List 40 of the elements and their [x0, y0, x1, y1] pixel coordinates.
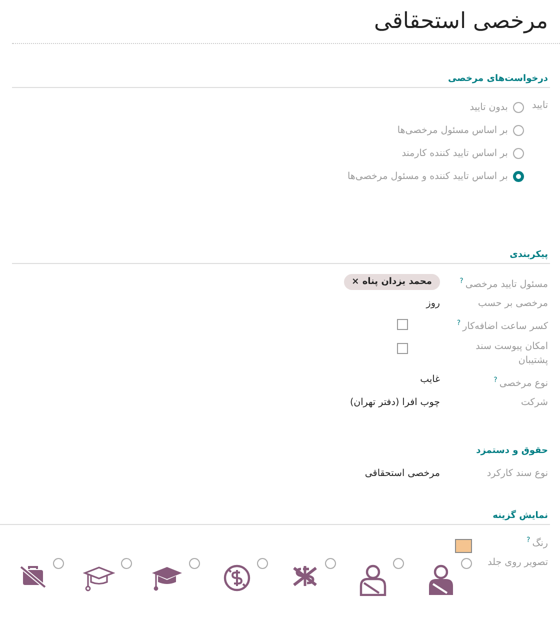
field-value: غایب	[420, 372, 440, 387]
radio-button[interactable]	[121, 558, 132, 569]
no-dollar-icon	[223, 564, 251, 592]
crossed-dollar-icon	[291, 564, 319, 588]
no-briefcase-icon	[19, 564, 47, 588]
graduation-cap-icon	[83, 564, 115, 592]
person-sling-icon	[427, 564, 455, 596]
section-heading: پیکربندی	[12, 250, 550, 264]
radio-button[interactable]	[393, 558, 404, 569]
checkbox[interactable]	[397, 342, 408, 354]
field-label: شرکت	[520, 396, 548, 410]
section-heading: درخواست‌های مرخصی	[12, 74, 550, 88]
field-label: تصویر روی جلد	[488, 556, 548, 570]
field-label: امکان پیوست سند پشتیبان	[474, 340, 548, 368]
checkbox[interactable]	[397, 318, 408, 330]
user-tag[interactable]: محمد یزدان پناه ×	[344, 274, 440, 290]
field-label: رنگ $^{?}$	[526, 534, 548, 552]
radio-button[interactable]	[325, 558, 336, 569]
radio-button[interactable]	[189, 558, 200, 569]
field-value: چوب افرا (دفتر تهران)	[350, 396, 440, 410]
field-label: تایید	[532, 98, 548, 113]
section-heading: نمایش گزینه	[0, 510, 550, 525]
radio-option[interactable]: بدون تایید	[470, 96, 524, 119]
radio-option[interactable]: بر اساس تایید کننده کارمند	[402, 142, 524, 165]
field-label: مسئول تایید مرخصی $^{?}$	[460, 276, 548, 292]
radio-button[interactable]	[257, 558, 268, 569]
field-label: مرخصی بر حسب	[478, 296, 548, 311]
radio-option[interactable]: بر اساس مسئول مرخصی‌ها	[397, 118, 524, 142]
radio-button[interactable]	[53, 558, 64, 569]
section-heading: حقوق و دستمزد	[475, 446, 549, 458]
field-label: نوع سند کارکرد	[486, 466, 548, 481]
person-sling-icon	[359, 564, 387, 596]
radio-option[interactable]: بر اساس تایید کننده و مسئول مرخصی‌ها	[348, 164, 524, 188]
color-swatch[interactable]	[455, 538, 472, 553]
field-value: مرخصی استحقاقی	[364, 466, 440, 481]
radio-button[interactable]	[461, 558, 472, 569]
form-title: مرخصی استحقاقی	[372, 8, 549, 36]
field-label: کسر ساعت اضافه‌کار $^{?}$	[456, 318, 548, 334]
field-label: نوع مرخصی $^{?}$	[494, 374, 548, 391]
field-value: روز	[426, 296, 440, 311]
